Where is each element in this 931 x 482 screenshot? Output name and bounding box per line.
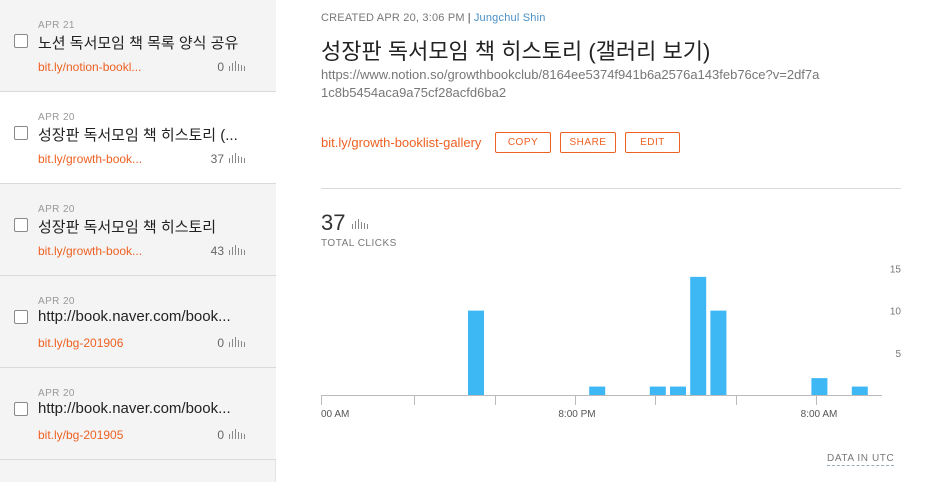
link-list-item[interactable]: APR 21 노션 독서모임 책 목록 양식 공유 bit.ly/notion-bo… <box>0 0 276 92</box>
short-link[interactable]: bit.ly/growth-book... <box>38 152 142 166</box>
links-list: APR 21 노션 독서모임 책 목록 양식 공유 bit.ly/notion-bo… <box>0 0 276 482</box>
chart-bar <box>649 386 666 395</box>
data-in-utc-toggle[interactable]: DATA IN UTC <box>827 453 895 466</box>
link-detail-panel: CREATED APR 20, 3:06 PM | Jungchul Shin 성장… <box>321 0 903 482</box>
link-date: APR 20 <box>38 112 75 123</box>
chart-bar <box>851 386 868 395</box>
x-tick-label: 00 AM <box>321 409 349 420</box>
meta-separator: | <box>467 12 471 24</box>
checkbox-icon[interactable] <box>14 34 28 48</box>
short-link[interactable]: bit.ly/growth-book... <box>38 244 142 258</box>
link-list-item[interactable]: APR 20 http://book.naver.com/book... bit.l… <box>0 276 276 368</box>
clicks-chart: 5 10 15 00 AM 8:00 PM 8:00 AM <box>321 264 902 420</box>
link-title: 성장판 독서모임 책 히스토리 <box>38 219 217 236</box>
bar-chart-icon <box>352 219 368 229</box>
bar-chart-icon <box>229 153 245 163</box>
bar-chart-icon <box>229 61 245 71</box>
short-link[interactable]: bit.ly/growth-booklist-gallery <box>321 135 481 150</box>
y-tick-label: 10 <box>890 307 902 318</box>
short-link[interactable]: bit.ly/bg-201906 <box>38 336 123 350</box>
link-list-item[interactable]: APR 20 http://book.naver.com/book... bit.l… <box>0 368 276 460</box>
chart-bar <box>670 386 686 395</box>
link-title: 성장판 독서모임 책 히스토리 (갤러리 보기) <box>321 39 711 64</box>
y-tick-label: 15 <box>890 264 902 275</box>
copy-button[interactable]: COPY <box>495 132 551 153</box>
chart-bar <box>468 310 484 395</box>
click-count: 0 <box>217 428 224 442</box>
author-link[interactable]: Jungchul Shin <box>474 12 546 24</box>
created-date: CREATED APR 20, 3:06 PM <box>321 12 465 24</box>
checkbox-icon[interactable] <box>14 218 28 232</box>
chart-bar <box>589 386 606 395</box>
click-count: 0 <box>217 336 224 350</box>
short-link[interactable]: bit.ly/bg-201905 <box>38 428 123 442</box>
share-button[interactable]: SHARE <box>560 132 616 153</box>
bar-chart-icon <box>229 337 245 347</box>
checkbox-icon[interactable] <box>14 402 28 416</box>
long-url[interactable]: https://www.notion.so/growthbookclub/816… <box>321 66 821 102</box>
link-title: 노션 독서모임 책 목록 양식 공유 <box>38 35 239 52</box>
link-list-item[interactable]: APR 20 성장판 독서모임 책 히스토리 (... bit.ly/growth-… <box>0 92 276 184</box>
link-title: 성장판 독서모임 책 히스토리 (... <box>38 127 238 144</box>
link-title: http://book.naver.com/book... <box>38 400 231 417</box>
chart-bar <box>690 276 707 395</box>
bar-chart-icon <box>229 429 245 439</box>
x-tick-label: 8:00 AM <box>801 409 838 420</box>
total-clicks-count: 37 <box>321 210 346 235</box>
link-meta: CREATED APR 20, 3:06 PM | Jungchul Shin <box>321 12 546 24</box>
chart-bar <box>710 310 727 395</box>
link-list-item[interactable]: APR 20 성장판 독서모임 책 히스토리 bit.ly/growth-book.… <box>0 184 276 276</box>
checkbox-icon[interactable] <box>14 310 28 324</box>
y-tick-label: 5 <box>895 349 901 360</box>
section-divider <box>321 188 901 189</box>
link-date: APR 20 <box>38 388 75 399</box>
link-date: APR 20 <box>38 296 75 307</box>
link-date: APR 21 <box>38 20 75 31</box>
edit-button[interactable]: EDIT <box>625 132 680 153</box>
chart-bar <box>811 378 828 395</box>
short-link[interactable]: bit.ly/notion-bookl... <box>38 60 141 74</box>
bar-chart-icon <box>229 245 245 255</box>
link-title: http://book.naver.com/book... <box>38 308 231 325</box>
click-count: 43 <box>210 244 224 258</box>
total-clicks-label: TOTAL CLICKS <box>321 238 397 249</box>
checkbox-icon[interactable] <box>14 126 28 140</box>
click-count: 37 <box>210 152 224 166</box>
click-count: 0 <box>217 60 224 74</box>
link-date: APR 20 <box>38 204 75 215</box>
x-tick-label: 8:00 PM <box>558 409 595 420</box>
